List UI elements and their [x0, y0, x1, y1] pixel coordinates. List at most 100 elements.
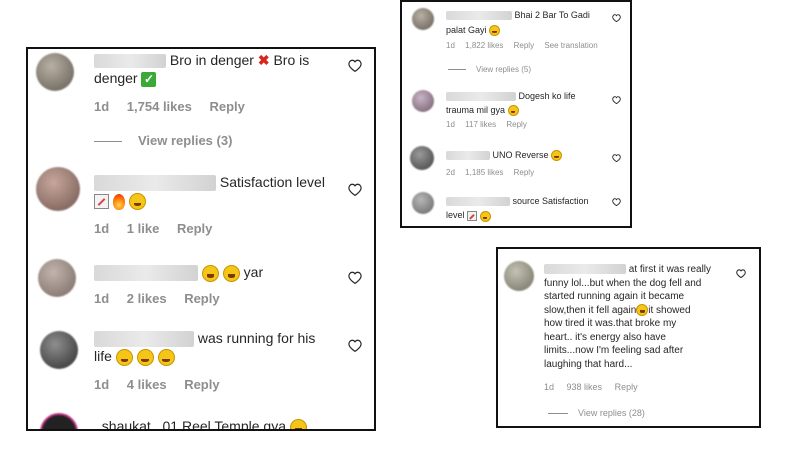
view-replies-button[interactable]: View replies (5)	[448, 65, 531, 74]
like-heart-icon[interactable]	[348, 183, 362, 196]
laughing-emoji-icon	[222, 264, 240, 282]
reply-button[interactable]: Reply	[184, 291, 219, 306]
like-count[interactable]: 2 likes	[127, 291, 167, 306]
sad-face-emoji-icon	[636, 303, 649, 316]
like-count[interactable]: 1,822 likes	[465, 41, 503, 50]
username-blurred[interactable]	[446, 92, 516, 102]
comment-time: 2d	[446, 168, 455, 177]
username-blurred[interactable]	[446, 151, 490, 161]
username-blurred[interactable]	[94, 175, 216, 192]
like-heart-icon[interactable]	[348, 59, 362, 72]
like-heart-icon[interactable]	[736, 269, 746, 278]
view-replies-button[interactable]: View replies (28)	[548, 408, 645, 418]
comment-time: 1d	[446, 41, 455, 50]
avatar[interactable]	[40, 331, 78, 369]
avatar[interactable]	[410, 146, 434, 170]
avatar[interactable]	[412, 8, 434, 30]
comment-item: yar 1d 2 likes Reply	[28, 253, 374, 321]
comment-text: _shaukat_ 01 Reel Temple gya	[94, 417, 356, 429]
comment-time: 1d	[94, 377, 110, 392]
like-count[interactable]: 1,185 likes	[465, 168, 503, 177]
avatar[interactable]	[412, 90, 434, 112]
username-blurred[interactable]	[446, 11, 512, 21]
laughing-emoji-icon	[157, 349, 175, 367]
cross-mark-icon: ✖	[257, 52, 270, 68]
like-heart-icon[interactable]	[348, 271, 362, 284]
comment-text: UNO Reverse	[446, 150, 606, 162]
comments-panel-bottom-right: at first it was really funny lol...but w…	[496, 247, 761, 428]
username-blurred[interactable]	[94, 265, 198, 282]
comment-meta: 1d 1,822 likes Reply See translation	[446, 41, 612, 50]
laughing-emoji-icon	[136, 349, 154, 367]
check-mark-icon: ✓	[141, 71, 157, 87]
username-blurred[interactable]	[544, 264, 626, 275]
reply-button[interactable]: Reply	[514, 168, 534, 177]
avatar[interactable]	[40, 413, 78, 429]
comment-text: yar	[94, 263, 356, 282]
like-count[interactable]: 938 likes	[567, 382, 603, 392]
reply-button[interactable]: Reply	[615, 382, 638, 392]
avatar[interactable]	[36, 167, 80, 211]
laughing-emoji-icon	[289, 418, 307, 429]
like-heart-icon[interactable]	[348, 339, 362, 352]
comment-item: Dogesh ko life trauma mil gya 1d 117 lik…	[402, 86, 630, 136]
comment-meta: 1d 2 likes Reply	[94, 291, 234, 306]
like-heart-icon[interactable]	[612, 154, 621, 162]
avatar[interactable]	[36, 53, 74, 91]
like-count[interactable]: 1,754 likes	[127, 99, 192, 114]
divider-line	[448, 69, 466, 71]
laughing-emoji-icon	[479, 210, 491, 222]
comment-meta: 1d 1,754 likes Reply	[94, 99, 259, 114]
comment-text: was running for his life	[94, 330, 316, 367]
laughing-emoji-icon	[551, 150, 563, 162]
chart-emoji-icon	[467, 211, 478, 222]
fire-emoji-icon	[112, 193, 125, 210]
comment-text: Dogesh ko life trauma mil gya	[446, 91, 576, 116]
reply-button[interactable]: Reply	[514, 41, 534, 50]
comment-item: source Satisfaction level	[402, 190, 630, 226]
like-heart-icon[interactable]	[612, 14, 621, 22]
comment-text: Bro in denger ✖ Bro is denger ✓	[94, 52, 310, 87]
reply-button[interactable]: Reply	[184, 377, 219, 392]
like-count[interactable]: 1 like	[127, 221, 160, 236]
comment-text: at first it was really funny lol...but w…	[544, 264, 712, 370]
comment-meta: 1d 938 likes Reply	[544, 382, 652, 392]
laughing-emoji-icon	[489, 25, 501, 37]
comments-panel-top-right: Bhai 2 Bar To Gadi palat Gayi 1d 1,822 l…	[400, 0, 632, 228]
avatar[interactable]	[412, 192, 434, 214]
username-blurred[interactable]	[94, 54, 166, 69]
comment-item: Satisfaction level 1d 1 like Reply	[28, 161, 374, 249]
reply-button[interactable]: Reply	[177, 221, 212, 236]
comment-item: UNO Reverse 2d 1,185 likes Reply	[402, 144, 630, 182]
comment-time: 1d	[446, 120, 455, 129]
like-count[interactable]: 117 likes	[465, 120, 496, 129]
avatar[interactable]	[38, 259, 76, 297]
comment-item: Bhai 2 Bar To Gadi palat Gayi 1d 1,822 l…	[402, 2, 630, 80]
comments-panel-main: Bro in denger ✖ Bro is denger ✓ 1d 1,754…	[26, 47, 376, 431]
comment-meta: 1d 4 likes Reply	[94, 377, 234, 392]
like-count[interactable]: 4 likes	[127, 377, 167, 392]
comment-meta: 2d 1,185 likes Reply	[446, 168, 548, 177]
comment-item: was running for his life 1d 4 likes Repl…	[28, 325, 374, 411]
view-replies-button[interactable]: View replies (3)	[94, 133, 232, 148]
see-translation-button[interactable]: See translation	[544, 41, 597, 50]
like-heart-icon[interactable]	[612, 96, 621, 104]
comment-meta: 1d 1 like Reply	[94, 221, 226, 236]
laughing-emoji-icon	[128, 193, 146, 211]
comment-text: source Satisfaction level	[446, 196, 589, 222]
username-blurred[interactable]	[94, 331, 194, 348]
chart-emoji-icon	[94, 194, 109, 210]
comment-text: Bhai 2 Bar To Gadi palat Gayi	[446, 10, 590, 37]
comment-time: 1d	[94, 221, 110, 236]
username-blurred[interactable]	[446, 197, 510, 207]
reply-button[interactable]: Reply	[506, 120, 526, 129]
comment-item: at first it was really funny lol...but w…	[498, 249, 759, 426]
laughing-emoji-icon	[115, 349, 133, 367]
comment-time: 1d	[94, 291, 110, 306]
divider-line	[548, 413, 568, 415]
comment-time: 1d	[544, 382, 555, 392]
like-heart-icon[interactable]	[612, 198, 621, 206]
comment-item: Bro in denger ✖ Bro is denger ✓ 1d 1,754…	[28, 49, 374, 159]
avatar[interactable]	[504, 261, 534, 291]
reply-button[interactable]: Reply	[209, 99, 244, 114]
